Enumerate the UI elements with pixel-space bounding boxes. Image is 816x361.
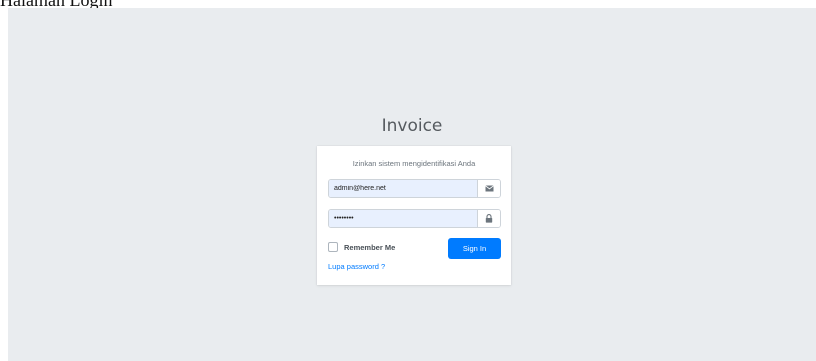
remember-me[interactable]: Remember Me	[328, 242, 395, 252]
login-card: Izinkan sistem mengidentifikasi Anda adm…	[317, 146, 511, 285]
envelope-icon	[477, 180, 500, 197]
login-page: Invoice Izinkan sistem mengidentifikasi …	[8, 8, 816, 361]
password-input-group	[328, 209, 501, 228]
sign-in-button[interactable]: Sign In	[448, 238, 501, 259]
lock-icon	[477, 210, 500, 227]
forgot-password-link[interactable]: Lupa password ?	[328, 262, 385, 271]
email-input[interactable]	[329, 180, 477, 197]
login-box-message: Izinkan sistem mengidentifikasi Anda	[352, 159, 476, 168]
email-input-group	[328, 179, 501, 198]
remember-me-label: Remember Me	[344, 242, 396, 252]
password-input[interactable]	[329, 210, 477, 227]
remember-me-checkbox[interactable]	[328, 242, 338, 252]
app-title: Invoice	[381, 116, 443, 136]
